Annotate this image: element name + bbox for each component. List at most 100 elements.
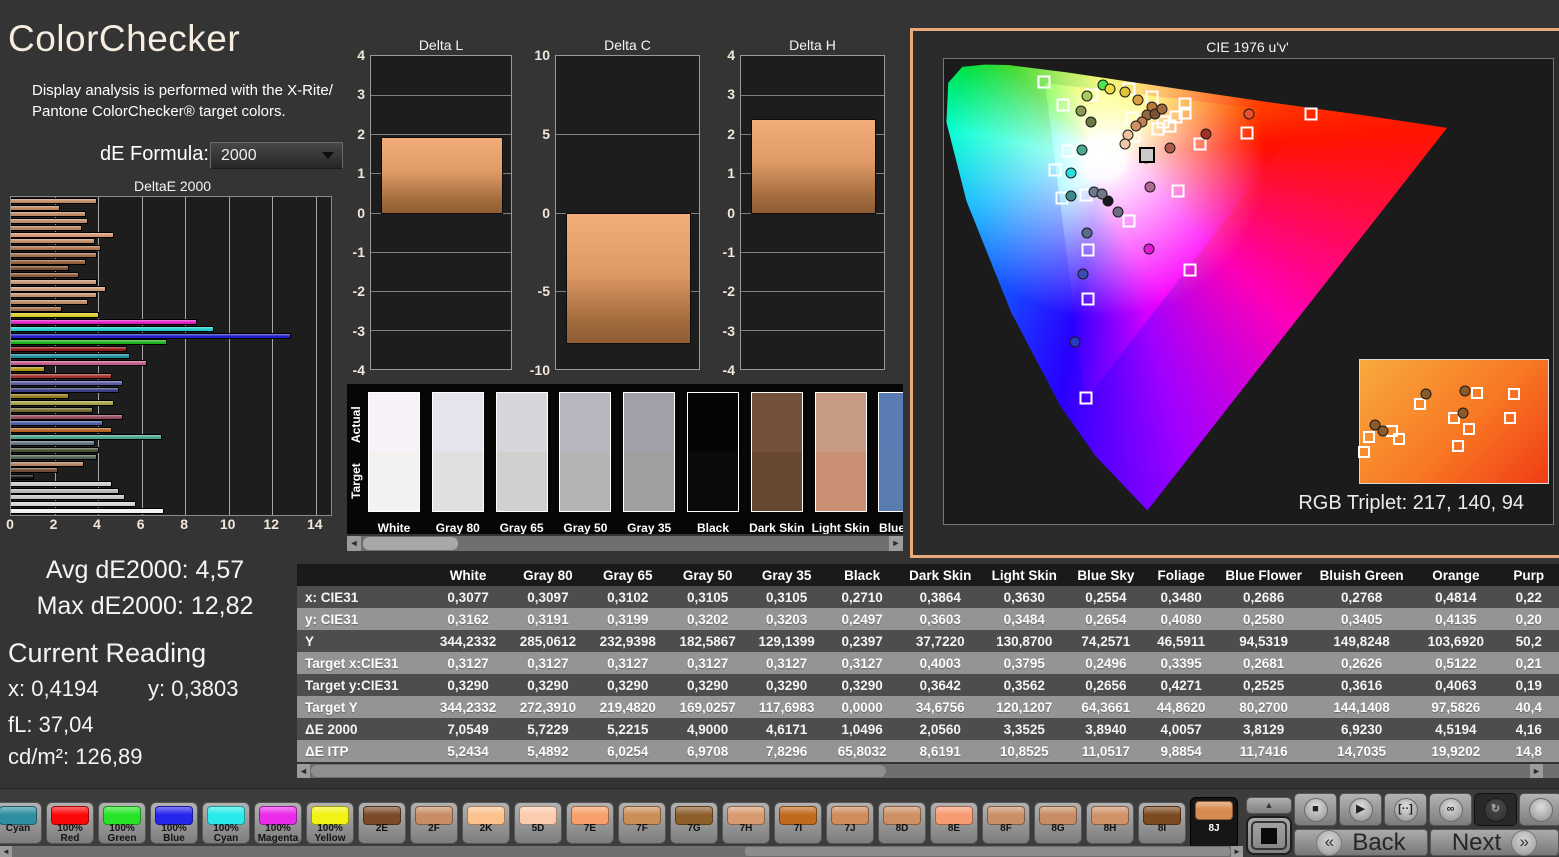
target-marker (1151, 122, 1164, 135)
stop-pattern-button[interactable] (1246, 816, 1292, 855)
colorchecker-screen: { "header": { "title": "ColorChecker", "… (0, 0, 1559, 856)
patch-button-7g[interactable]: 7G (670, 802, 718, 844)
patch-label: 8J (1191, 824, 1237, 834)
patch-button-8d[interactable]: 8D (878, 802, 926, 844)
measurement-marker (1076, 106, 1087, 117)
patch-button-2f[interactable]: 2F (410, 802, 458, 844)
scrollbar-thumb[interactable] (311, 765, 886, 777)
target-marker (1081, 292, 1094, 305)
patch-button-7i[interactable]: 7I (774, 802, 822, 844)
column-header[interactable]: Gray 65 (588, 564, 668, 586)
table-cell: 5,2215 (588, 718, 668, 740)
swatch-label: Dark Skin (742, 521, 812, 534)
deltaE-bar (11, 205, 60, 211)
toolbar-scroll-up-button[interactable]: ▲ (1246, 797, 1292, 814)
axis-tick-label: 0 (357, 205, 365, 221)
rgb-triplet-label: RGB Triplet: 217, 140, 94 (944, 492, 1524, 515)
patch-button-8f[interactable]: 8F (982, 802, 1030, 844)
table-cell: 5,7229 (508, 718, 588, 740)
deltaE-plot (10, 196, 332, 516)
footer-scrollbar[interactable]: ◄ ► (0, 846, 1243, 857)
table-cell: 14,7035 (1310, 740, 1413, 762)
inset-target-marker (1393, 433, 1405, 445)
patch-button-8j[interactable]: 8J (1190, 797, 1238, 849)
patch-button-7h[interactable]: 7H (722, 802, 770, 844)
column-header[interactable]: Black (826, 564, 899, 586)
table-scrollbar[interactable]: ◄ ► (297, 764, 1559, 778)
table-cell: 14,8 (1498, 740, 1559, 762)
measurement-marker (1076, 144, 1087, 155)
column-header[interactable]: Dark Skin (899, 564, 982, 586)
refresh-button[interactable]: ↻ (1474, 793, 1517, 826)
table-cell: 0,3202 (668, 608, 748, 630)
measurement-marker (1119, 138, 1130, 149)
patch-button-5d[interactable]: 5D (514, 802, 562, 844)
play-button[interactable]: ▶ (1339, 793, 1382, 826)
patch-button-100-red[interactable]: 100% Red (46, 802, 94, 844)
scroll-left-icon[interactable]: ◄ (297, 764, 310, 778)
avg-de2000: Avg dE2000: 4,57 (0, 556, 290, 585)
back-button[interactable]: « Back (1294, 829, 1428, 856)
column-header[interactable]: White (428, 564, 508, 586)
patch-button-7j[interactable]: 7J (826, 802, 874, 844)
patch-button-8h[interactable]: 8H (1086, 802, 1134, 844)
table-cell: 0,3864 (899, 586, 982, 608)
column-header[interactable]: Gray 50 (668, 564, 748, 586)
column-header[interactable]: Blue Flower (1217, 564, 1310, 586)
target-marker (1049, 164, 1062, 177)
patch-button-8e[interactable]: 8E (930, 802, 978, 844)
scroll-right-icon[interactable]: ► (1530, 764, 1543, 778)
loop-button[interactable]: ∞ (1429, 793, 1472, 826)
axis-tick-label: 14 (307, 516, 323, 532)
column-header[interactable]: Bluish Green (1310, 564, 1413, 586)
table-cell: 19,9202 (1413, 740, 1498, 762)
table-cell: 0,2654 (1067, 608, 1145, 630)
patch-color-chip (1195, 801, 1233, 820)
column-header[interactable]: Light Skin (982, 564, 1067, 586)
deltaE-bar (11, 218, 88, 224)
blank-button[interactable] (1519, 793, 1559, 826)
table-row: y: CIE310,31620,31910,31990,32020,32030,… (297, 608, 1559, 630)
deltaE-bar (11, 467, 58, 473)
patch-button-100-cyan[interactable]: 100% Cyan (202, 802, 250, 844)
patch-button-100-green[interactable]: 100% Green (98, 802, 146, 844)
patch-button-2k[interactable]: 2K (462, 802, 510, 844)
patch-button-2e[interactable]: 2E (358, 802, 406, 844)
swatch-strip-scrollbar[interactable]: ◄ ► (347, 536, 903, 551)
stop-button[interactable]: ■ (1294, 793, 1337, 826)
patch-button-7f[interactable]: 7F (618, 802, 666, 844)
table-cell: 0,3162 (428, 608, 508, 630)
column-header[interactable]: Purp (1498, 564, 1559, 586)
column-header[interactable]: Gray 80 (508, 564, 588, 586)
column-header[interactable]: Blue Sky (1067, 564, 1145, 586)
chip-gloss (52, 807, 88, 824)
scroll-right-icon[interactable]: ► (889, 536, 903, 551)
patch-button-8g[interactable]: 8G (1034, 802, 1082, 844)
patch-button-cyan[interactable]: Cyan (0, 802, 42, 844)
target-row-label: Target (349, 454, 363, 508)
row-label: Target Y (297, 696, 428, 718)
scroll-left-icon[interactable]: ◄ (347, 536, 361, 551)
scroll-left-icon[interactable]: ◄ (0, 846, 12, 857)
step-button[interactable]: [··] (1384, 793, 1427, 826)
axis-tick-label: 3 (727, 86, 735, 102)
table-row: x: CIE310,30770,30970,31020,31050,31050,… (297, 586, 1559, 608)
de-formula-dropdown[interactable]: 2000 (210, 142, 343, 169)
column-header[interactable]: Orange (1413, 564, 1498, 586)
deltaE-bar (11, 232, 114, 238)
patch-button-100-yellow[interactable]: 100% Yellow (306, 802, 354, 844)
target-marker (1056, 99, 1069, 112)
scrollbar-thumb[interactable] (745, 847, 1230, 856)
swatch-target (497, 452, 547, 511)
scrollbar-thumb[interactable] (363, 537, 458, 550)
patch-button-7e[interactable]: 7E (566, 802, 614, 844)
axis-tick-label: -3 (353, 323, 365, 339)
patch-button-100-magenta[interactable]: 100% Magenta (254, 802, 302, 844)
scroll-right-icon[interactable]: ► (1231, 846, 1243, 857)
patch-button-8i[interactable]: 8I (1138, 802, 1186, 844)
next-button[interactable]: Next » (1430, 829, 1559, 856)
column-header[interactable]: Foliage (1145, 564, 1217, 586)
column-header[interactable]: Gray 35 (748, 564, 826, 586)
patch-button-100-blue[interactable]: 100% Blue (150, 802, 198, 844)
table-cell: 0,3077 (428, 586, 508, 608)
